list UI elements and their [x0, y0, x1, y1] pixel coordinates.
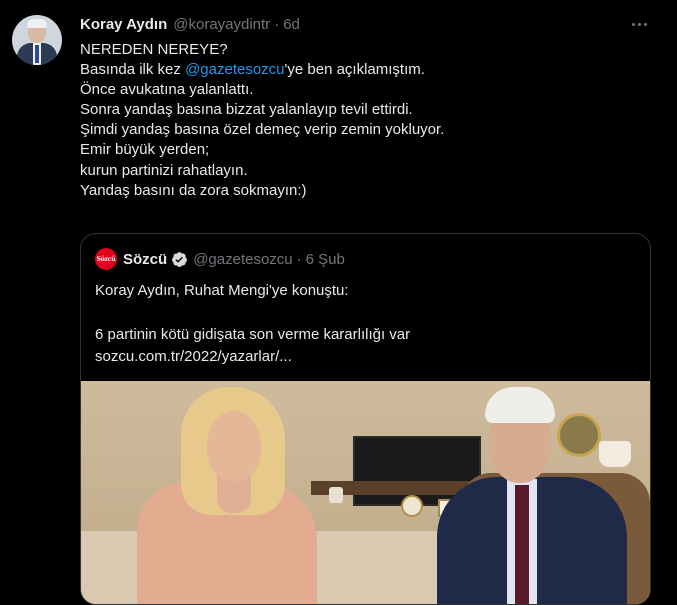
quoted-author-name: Sözcü — [123, 250, 168, 268]
tweet-text: NEREDEN NEREYE? Basında ilk kez @gazetes… — [80, 40, 650, 201]
author-name[interactable]: Koray Aydın — [80, 16, 167, 33]
tweet-text-line: Şimdi yandaş basına özel demeç verip zem… — [80, 121, 445, 139]
mention-prefix: Basında ilk kez — [80, 61, 186, 79]
quoted-tweet[interactable]: Sözcü Sözcü @gazetesozcu · 6 Şub Koray A… — [80, 233, 651, 605]
mention-link[interactable]: @gazetesozcu — [185, 61, 284, 78]
avatar-hair — [27, 19, 47, 28]
photo-woman-face — [207, 411, 261, 481]
separator: · — [274, 15, 280, 33]
author-handle[interactable]: @korayaydintr — [173, 16, 270, 33]
quoted-tweet-header: Sözcü Sözcü @gazetesozcu · 6 Şub — [95, 248, 345, 270]
quoted-tweet-photo[interactable] — [81, 381, 650, 604]
more-horizontal-icon-dot — [637, 22, 641, 26]
photo-clock — [401, 495, 423, 517]
photo-man-hair — [485, 387, 555, 423]
photo-man-tie — [515, 485, 529, 604]
photo-vase — [329, 487, 343, 503]
tweet-text-line: Sonra yandaş basına bizzat yalanlayıp te… — [80, 101, 413, 119]
quoted-tweet-time: 6 Şub — [305, 250, 345, 268]
verified-badge-icon — [172, 251, 188, 267]
photo-lamp — [599, 441, 631, 467]
more-horizontal-icon-dot — [643, 22, 647, 26]
tweet-text-line-mention: Basında ilk kez @gazetesozcu'ye ben açık… — [80, 60, 650, 80]
tweet-text-line: Yandaş basını da zora sokmayın:) — [80, 181, 307, 199]
quoted-text-link: sozcu.com.tr/2022/yazarlar/... — [95, 348, 292, 365]
sozcu-logo: Sözcü — [95, 248, 117, 270]
tweet[interactable]: Koray Aydın @korayaydintr · 6d NEREDEN N… — [0, 0, 677, 605]
quoted-text-line: Koray Aydın, Ruhat Mengi'ye konuştu: — [95, 282, 349, 299]
tweet-text-line: kurun partinizi rahatlayın. — [80, 161, 248, 179]
tweet-text-line: NEREDEN NEREYE? — [80, 41, 228, 58]
more-horizontal-icon — [631, 22, 635, 26]
quoted-author-handle: @gazetesozcu — [193, 250, 293, 268]
mention-suffix: 'ye ben açıklamıştım. — [284, 61, 425, 79]
tweet-time[interactable]: 6d — [283, 16, 300, 33]
tweet-header: Koray Aydın @korayaydintr · 6d — [80, 14, 300, 34]
quoted-text-line: 6 partinin kötü gidişata son verme karar… — [95, 326, 411, 343]
avatar-tie — [35, 45, 39, 63]
more-options-button[interactable] — [622, 14, 656, 34]
quoted-tweet-text: Koray Aydın, Ruhat Mengi'ye konuştu: 6 p… — [95, 280, 410, 368]
separator: · — [296, 250, 302, 268]
tweet-text-line: Önce avukatına yalanlattı. — [80, 81, 254, 99]
tweet-text-line: Emir büyük yerden; — [80, 141, 210, 159]
author-avatar[interactable] — [12, 15, 62, 65]
photo-wall-picture — [557, 413, 601, 457]
quoted-text-spacer — [95, 302, 410, 324]
